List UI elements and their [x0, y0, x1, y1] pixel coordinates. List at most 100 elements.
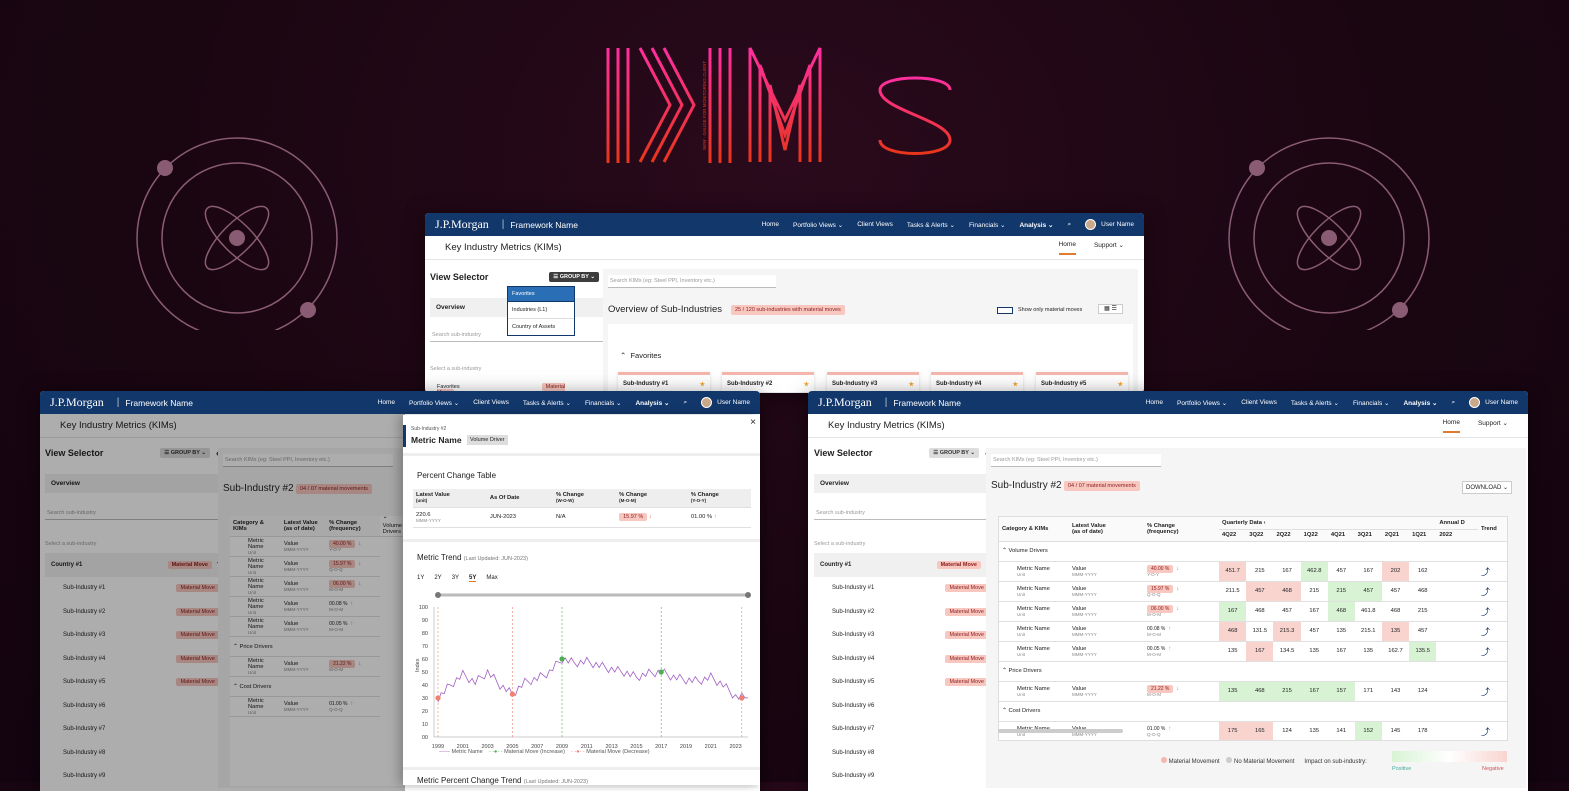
user-menu[interactable]: User Name — [1469, 397, 1518, 408]
range-2y[interactable]: 2Y — [434, 575, 441, 582]
left-nav: J.P.Morgan | Framework Name Home Portfolio… — [40, 391, 760, 414]
trend-icon[interactable]: ⤴ — [1478, 681, 1507, 702]
country-group[interactable]: Country #1Material Move⌃ — [814, 553, 994, 577]
overview-item[interactable]: Overview — [814, 474, 994, 493]
kims-search-input[interactable]: Search KIMs (eg: Steel PPI, Inventory et… — [991, 454, 1161, 467]
search-icon[interactable]: ⌕ — [683, 399, 687, 407]
range-1y[interactable]: 1Y — [417, 575, 424, 582]
nav-client[interactable]: Client Views — [473, 399, 509, 406]
nav-client[interactable]: Client Views — [1241, 399, 1277, 406]
nav-tasks[interactable]: Tasks & Alerts ⌄ — [1291, 399, 1339, 407]
nav-home[interactable]: Home — [378, 399, 395, 406]
sidebar-item-sub-industry[interactable]: Sub-Industry #1 Material Move — [814, 577, 994, 601]
sidebar-item-sub-industry[interactable]: Sub-Industry #7 — [814, 718, 994, 742]
tab-home[interactable]: Home — [1058, 241, 1076, 255]
trend-icon[interactable]: ⤴ — [1478, 641, 1507, 662]
nav-analysis[interactable]: Analysis ⌄ — [1403, 399, 1437, 407]
sidebar-item-sub-industry[interactable]: Sub-Industry #9 — [814, 765, 994, 789]
nav-tasks[interactable]: Tasks & Alerts ⌄ — [907, 221, 955, 229]
y-axis-label: Index — [415, 658, 421, 672]
table-row[interactable]: Metric Name Unit Value MMM-YYYY 15.97 % ↓ Q-O-… — [999, 581, 1507, 602]
range-slider-handle — [435, 592, 441, 598]
favorite-card[interactable]: Sub-Industry #2 ★ — [722, 372, 814, 392]
nav-analysis[interactable]: Analysis ⌄ — [635, 399, 669, 407]
avatar — [1469, 397, 1481, 408]
trend-title: Metric Trend (Last Updated: JUN-2023) — [417, 553, 528, 562]
tab-home[interactable]: Home — [1442, 419, 1460, 433]
favorite-card[interactable]: Sub-Industry #5 ★ — [1036, 372, 1128, 392]
group-by-button[interactable]: ☰ GROUP BY ⌄ — [549, 272, 599, 282]
pct-table-title: Percent Change Table — [417, 471, 497, 480]
favorite-card[interactable]: Sub-Industry #4 ★ — [931, 372, 1023, 392]
horizontal-scrollbar[interactable] — [998, 729, 1123, 733]
sidebar-item-sub-industry[interactable]: Sub-Industry #5 Material Move — [814, 671, 994, 695]
section-row[interactable]: ⌃ Volume Drivers — [999, 541, 1507, 562]
table-row[interactable]: Metric Name Unit Value MMM-YYYY 40.00 % ↓ Y-O-… — [999, 561, 1507, 582]
favorite-card[interactable]: Sub-Industry #3 ★ — [827, 372, 919, 392]
sidebar-item-sub-industry[interactable]: Sub-Industry #4 Material Move — [814, 647, 994, 671]
sidebar-item-sub-industry[interactable]: Sub-Industry #2 Material Move — [814, 600, 994, 624]
increase-point — [658, 669, 664, 675]
material-move-badge: Material Move — [945, 654, 988, 663]
trend-icon[interactable]: ⤴ — [1478, 601, 1507, 622]
y-tick-label: 00 — [422, 735, 428, 741]
nav-portfolio[interactable]: Portfolio Views ⌄ — [1177, 399, 1227, 407]
table-row[interactable]: Metric Name Unit Value MMM-YYYY 21.22 % ↓ M-O-… — [999, 681, 1507, 702]
col-latest: Latest Value (as of date) — [1069, 517, 1144, 542]
star-icon: ★ — [803, 382, 809, 388]
panel-breadcrumb: Sub-Industry #2 — [411, 426, 447, 432]
user-menu[interactable]: User Name — [1085, 219, 1134, 230]
y-tick-label: 20 — [422, 709, 428, 715]
table-row[interactable]: Metric Name Unit Value MMM-YYYY 00.08 % ↑ M-O-… — [999, 621, 1507, 642]
close-icon[interactable]: × — [750, 417, 756, 428]
range-3y[interactable]: 3Y — [452, 575, 459, 582]
dropdown-country[interactable]: Country of Assets — [508, 319, 574, 335]
dropdown-industries[interactable]: Industries (L1) — [508, 302, 574, 319]
user-menu[interactable]: User Name — [701, 397, 750, 408]
page-title: Key Industry Metrics (KIMs) — [828, 420, 945, 431]
trend-icon[interactable]: ⤴ — [1478, 621, 1507, 642]
tab-support[interactable]: Support ⌄ — [1094, 241, 1124, 255]
section-row[interactable]: ⌃ Price Drivers — [999, 661, 1507, 682]
favorites-header[interactable]: ⌃ Favorites — [620, 351, 661, 360]
material-toggle[interactable] — [997, 307, 1013, 314]
table-row[interactable]: Metric Name Unit Value MMM-YYYY 06.00 % ↓ M-O-… — [999, 601, 1507, 622]
group-by-button[interactable]: ☰ GROUP BY ⌄ — [929, 448, 979, 458]
download-button[interactable]: DOWNLOAD ⌄ — [1462, 481, 1513, 494]
nav-financials[interactable]: Financials ⌄ — [1353, 399, 1390, 407]
panel-title: Metric Name — [411, 435, 462, 445]
range-5y[interactable]: 5Y — [469, 575, 477, 582]
section-row[interactable]: ⌃ Cost Drivers — [999, 701, 1507, 722]
sub-industry-search[interactable]: Search sub-industry — [814, 507, 994, 520]
sidebar-item-sub-industry[interactable]: Sub-Industry #3 Material Move — [814, 624, 994, 648]
nav-financials[interactable]: Financials ⌄ — [585, 399, 622, 407]
nav-home[interactable]: Home — [1146, 399, 1163, 406]
modal-overlay[interactable] — [40, 414, 405, 791]
nav-portfolio[interactable]: Portfolio Views ⌄ — [793, 221, 843, 229]
view-toggle-icon[interactable]: ▦ ☰ — [1098, 304, 1123, 314]
trend-icon[interactable]: ⤴ — [1478, 581, 1507, 602]
nav-analysis[interactable]: Analysis ⌄ — [1019, 221, 1053, 229]
page-title: Key Industry Metrics (KIMs) — [445, 242, 562, 253]
search-icon[interactable]: ⌕ — [1451, 399, 1455, 407]
search-icon[interactable]: ⌕ — [1067, 221, 1071, 229]
nav-home[interactable]: Home — [762, 221, 779, 228]
nav-financials[interactable]: Financials ⌄ — [969, 221, 1006, 229]
trend-icon[interactable]: ⤴ — [1478, 561, 1507, 582]
nav-portfolio[interactable]: Portfolio Views ⌄ — [409, 399, 459, 407]
table-row[interactable]: Metric Name Unit Value MMM-YYYY 00.05 % ↑ M-O-… — [999, 641, 1507, 662]
kims-hero-logo: NEW · GAUGE FOR MONITORING CLIENT — [606, 47, 952, 163]
range-max[interactable]: Max — [486, 575, 497, 582]
sidebar-item-sub-industry[interactable]: Sub-Industry #8 — [814, 741, 994, 765]
nav-client[interactable]: Client Views — [857, 221, 893, 228]
tab-support[interactable]: Support ⌄ — [1478, 419, 1508, 433]
avatar — [701, 397, 713, 408]
dropdown-favorites[interactable]: Favorites — [508, 287, 574, 302]
favorite-card[interactable]: Sub-Industry #1 ★ — [618, 372, 710, 392]
detail-title: Sub-Industry #2 — [991, 480, 1062, 491]
arrow-icon: ↓ — [1176, 605, 1180, 612]
kims-search-input[interactable]: Search KIMs (eg: Steel PPI, Inventory et… — [608, 275, 776, 288]
nav-tasks[interactable]: Tasks & Alerts ⌄ — [523, 399, 571, 407]
sidebar-item-sub-industry[interactable]: Sub-Industry #6 — [814, 694, 994, 718]
trend-icon[interactable]: ⤴ — [1478, 721, 1507, 740]
